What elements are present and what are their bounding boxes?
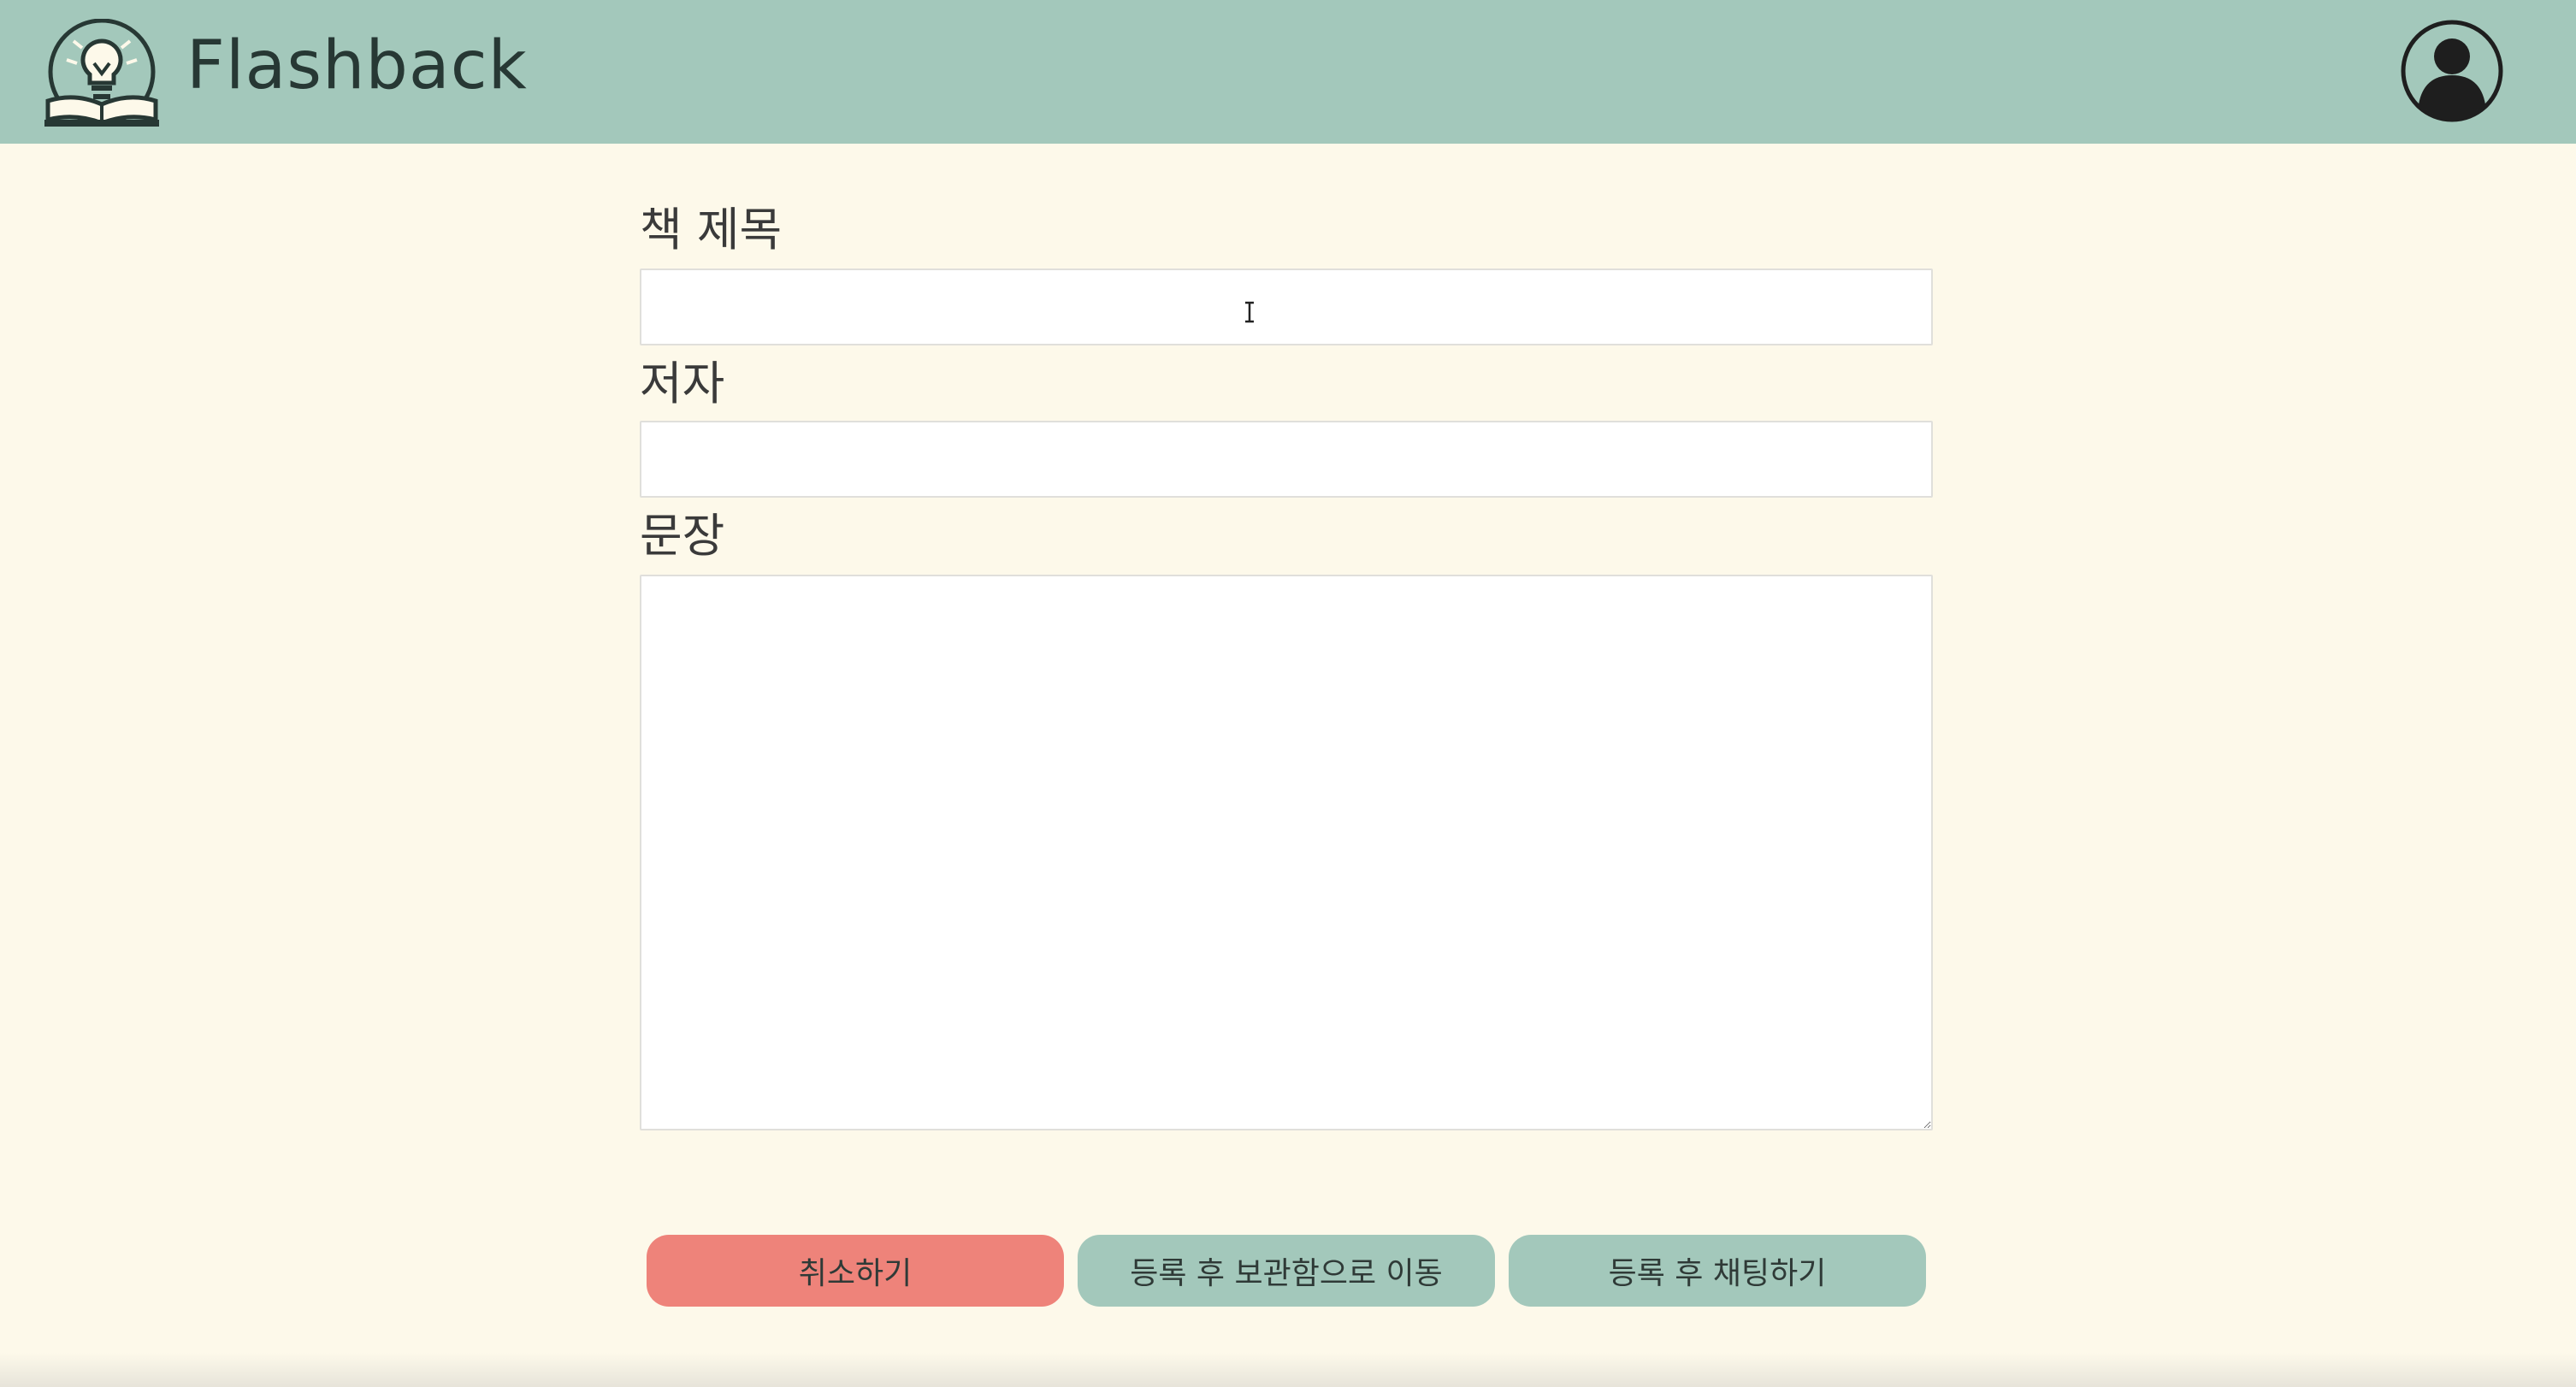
app-title[interactable]: Flashback: [186, 19, 528, 113]
bottom-shadow: [0, 1353, 2576, 1387]
register-archive-button[interactable]: 등록 후 보관함으로 이동: [1078, 1235, 1495, 1307]
title-input[interactable]: [640, 269, 1933, 345]
text-cursor-icon: [1245, 301, 1254, 323]
cancel-button[interactable]: 취소하기: [647, 1235, 1064, 1307]
author-input[interactable]: [640, 421, 1933, 498]
sentence-label: 문장: [640, 509, 725, 563]
lightbulb-book-icon[interactable]: [41, 19, 162, 128]
register-grade-button[interactable]: 등록 후 채팅하기: [1509, 1235, 1926, 1307]
sentence-textarea[interactable]: [640, 575, 1933, 1130]
author-label: 저자: [640, 357, 725, 410]
user-avatar-icon[interactable]: [2400, 19, 2504, 123]
title-label: 책 제목: [640, 203, 783, 257]
top-header: Flashback: [0, 0, 2576, 144]
